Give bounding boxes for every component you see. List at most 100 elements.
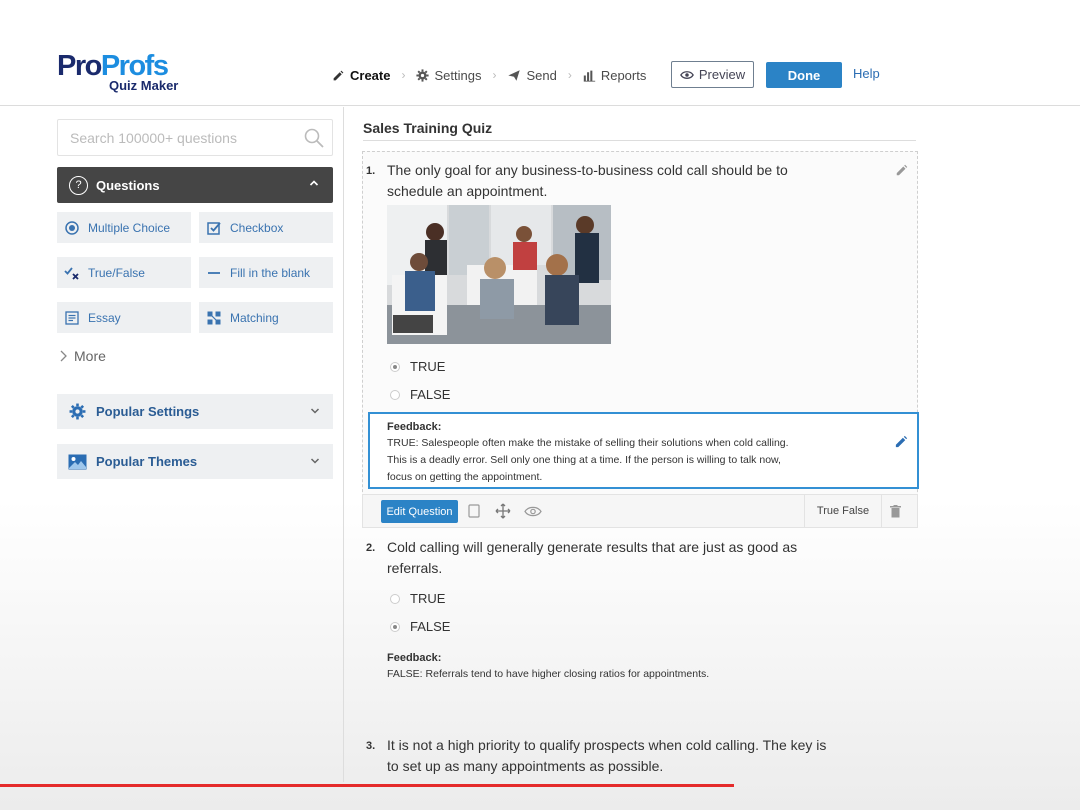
title-divider [363,140,916,141]
question-number: 3. [366,740,376,752]
nav-reports[interactable]: Reports [583,67,647,83]
type-label: Checkbox [230,220,284,235]
radio-button[interactable] [390,389,400,400]
more-types-toggle[interactable]: More [59,348,106,364]
main-nav: Create › Settings › Send › Reports [332,64,646,86]
proprofs-logo[interactable]: ProProfs Quiz Maker [57,52,197,98]
help-link[interactable]: Help [853,66,880,81]
preview-button[interactable]: Preview [671,61,754,88]
nav-separator: › [567,68,572,82]
paper-plane-icon [508,69,521,81]
nav-create[interactable]: Create [332,68,390,83]
option-label: TRUE [410,359,446,374]
gear-icon [416,68,430,82]
radio-icon [64,220,80,236]
type-label: Matching [230,310,279,325]
nav-settings-label: Settings [434,67,482,83]
checkbox-icon [206,220,222,236]
edit-pencil-icon[interactable] [890,158,914,182]
feedback-title: Feedback: [387,652,442,664]
question-text-line: It is not a high priority to qualify pro… [387,737,827,753]
answer-option-false[interactable]: FALSE [390,387,450,402]
type-label: True/False [88,265,145,280]
done-button[interactable]: Done [766,62,842,88]
nav-separator: › [492,68,497,82]
question-type-multiple-choice[interactable]: Multiple Choice [57,212,191,243]
image-icon [68,452,87,471]
check-cross-icon [64,265,80,281]
question-search [57,119,333,156]
feedback-text: TRUE: Salespeople often make the mistake… [387,435,789,486]
quiz-title: Sales Training Quiz [363,120,493,136]
edit-feedback-pencil-icon[interactable] [889,429,913,453]
essay-icon [64,310,80,326]
questions-panel-header[interactable]: ? Questions [57,167,333,203]
trash-icon[interactable] [885,503,905,519]
radio-button-selected[interactable] [390,621,400,632]
sidebar: ? Questions Multiple Choice Checkbox Tru… [0,107,344,782]
meeting-photo [387,205,611,344]
option-label: FALSE [410,387,451,402]
logo-sub: Quiz Maker [109,78,179,93]
more-label: More [74,348,106,364]
radio-button[interactable] [390,593,400,604]
dash-icon [206,265,222,281]
type-label: Fill in the blank [230,265,311,280]
logo-part1: Pro [57,50,102,82]
matching-icon [206,310,222,326]
answer-option-false[interactable]: FALSE [390,619,450,634]
nav-settings[interactable]: Settings [416,68,481,83]
pencil-icon [333,70,344,80]
nav-send[interactable]: Send [507,67,557,83]
copy-icon[interactable] [465,503,483,519]
question-number: 1. [366,165,376,177]
question-text-line: schedule an appointment. [387,183,548,199]
answer-option-true[interactable]: TRUE [390,591,445,606]
question-text-line: referrals. [387,560,443,576]
question-type-essay[interactable]: Essay [57,302,191,333]
bar-chart-icon [583,70,596,82]
option-label: FALSE [410,619,451,634]
feedback-title: Feedback: [387,421,442,433]
radio-button-selected[interactable] [390,361,400,372]
video-progress-bar[interactable] [0,784,735,787]
question-number: 2. [366,542,376,554]
question-type-matching[interactable]: Matching [199,302,333,333]
question-text-line: The only goal for any business-to-busine… [387,162,788,178]
question-text-2: Cold calling will generally generate res… [387,537,797,579]
nav-reports-label: Reports [600,67,647,83]
question-text-line: Cold calling will generally generate res… [387,539,798,555]
popular-themes-label: Popular Themes [96,454,198,469]
popular-settings-label: Popular Settings [96,404,200,419]
questions-label: Questions [96,177,160,193]
option-label: TRUE [410,591,446,606]
question-text-line: to set up as many appointments as possib… [387,758,664,774]
chevron-right-icon [60,350,67,362]
question-type-fill-blank[interactable]: Fill in the blank [199,257,333,288]
question-type-label: True False [804,495,882,527]
feedback-line: focus on getting the appointment. [387,471,543,483]
feedback-text: FALSE: Referrals tend to have higher clo… [387,668,710,680]
type-label: Essay [88,310,121,325]
eye-icon[interactable] [524,503,542,519]
gear-icon [68,402,87,421]
answer-option-true[interactable]: TRUE [390,359,445,374]
move-icon[interactable] [494,503,512,519]
preview-label: Preview [698,67,746,82]
nav-create-label: Create [350,67,391,83]
type-label: Multiple Choice [88,220,171,235]
search-icon[interactable] [304,128,324,148]
question-type-checkbox[interactable]: Checkbox [199,212,333,243]
popular-themes-panel[interactable]: Popular Themes [57,444,333,479]
nav-send-label: Send [526,67,557,83]
question-toolbar: Edit Question True False [362,494,918,528]
chevron-up-icon [309,180,319,186]
question-text-1: The only goal for any business-to-busine… [387,160,788,202]
eye-icon [679,70,694,79]
popular-settings-panel[interactable]: Popular Settings [57,394,333,429]
question-text-3: It is not a high priority to qualify pro… [387,735,826,777]
search-input[interactable] [58,120,288,155]
chevron-down-icon [310,458,320,464]
edit-question-button[interactable]: Edit Question [381,500,458,523]
question-type-true-false[interactable]: True/False [57,257,191,288]
